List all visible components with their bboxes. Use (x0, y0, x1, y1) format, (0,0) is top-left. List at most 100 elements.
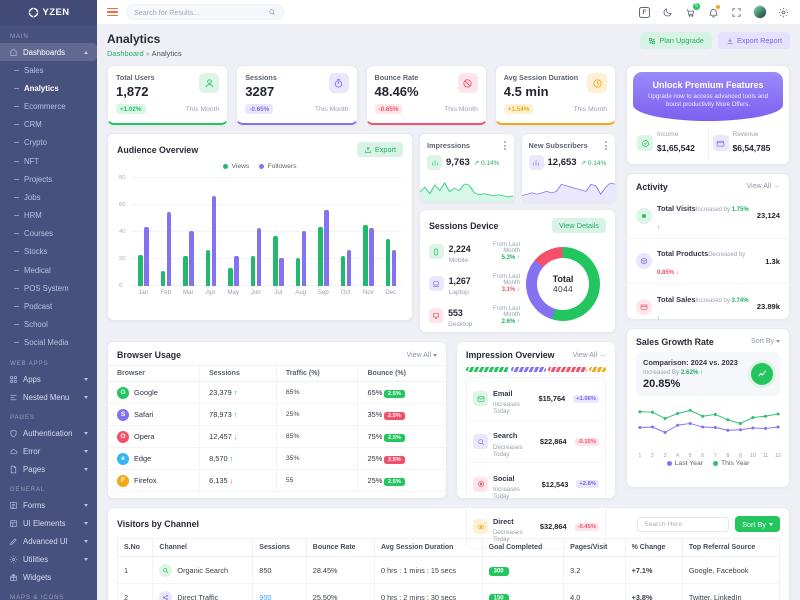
sidebar-item-apps[interactable]: Apps (0, 370, 97, 388)
sidebar-section-pages: PAGES (0, 406, 97, 424)
dark-mode-button[interactable] (661, 6, 674, 19)
export-report-button[interactable]: Export Report (718, 32, 790, 49)
logo-icon (28, 7, 39, 18)
breadcrumb-separator: » (146, 49, 150, 58)
sidebar-item-nft[interactable]: NFT (0, 152, 97, 170)
sidebar-item-ecommerce[interactable]: Ecommerce (0, 97, 97, 115)
user-avatar[interactable] (753, 5, 767, 19)
change-badge: -0.65% (375, 104, 403, 114)
search-input[interactable] (134, 8, 263, 17)
sidebar-item-podcast[interactable]: Podcast (0, 297, 97, 315)
sessions-link[interactable]: 900 (253, 584, 306, 600)
table-search-input[interactable] (637, 517, 729, 532)
change-badge: -0.65% (245, 104, 273, 114)
activity-row-total-visits: Total VisitsIncreased by 1.75% ↑ 23,124 (627, 194, 789, 238)
page-title: Analytics (107, 32, 182, 46)
sidebar-item-analytics[interactable]: Analytics (0, 79, 97, 97)
stopwatch-icon (329, 73, 349, 93)
view-all-link[interactable]: View All → (573, 352, 606, 359)
segment-search (511, 367, 546, 372)
sidebar-item-school[interactable]: School (0, 316, 97, 334)
gear-icon (778, 7, 789, 18)
fullscreen-button[interactable] (730, 6, 743, 19)
stat-cards: Total Users 1,872 +1.02%This Month Sessi… (107, 65, 616, 125)
stat-card-bounce-rate: Bounce Rate 48.46% -0.65%This Month (366, 65, 487, 125)
shield-icon (9, 429, 18, 438)
table-row: SSafari 78,973 ↑ 25% 35% 2.5% (108, 404, 446, 426)
sidebar-item-jobs[interactable]: Jobs (0, 188, 97, 206)
sidebar-section-main: MAIN (0, 25, 97, 43)
premium-banner[interactable]: Unlock Premium Features Upgrade now to a… (633, 72, 783, 121)
breadcrumb-current: Analytics (152, 49, 182, 58)
share-icon (364, 146, 372, 154)
bar-chart-icon (427, 155, 442, 170)
sidebar-item-sales[interactable]: Sales (0, 61, 97, 79)
language-button[interactable]: F (638, 6, 651, 19)
global-search (126, 4, 284, 20)
more-menu-icon[interactable] (503, 140, 507, 151)
gear-icon (9, 555, 18, 564)
sidebar-item-forms[interactable]: Forms (0, 496, 97, 514)
sidebar-item-stocks[interactable]: Stocks (0, 243, 97, 261)
sort-by-button[interactable]: Sort By (735, 516, 780, 532)
search-icon[interactable] (268, 8, 276, 16)
sidebar-item-pos-system[interactable]: POS System (0, 279, 97, 297)
cloud-icon (9, 447, 18, 456)
gift-icon (9, 573, 18, 582)
sidebar-item-projects[interactable]: Projects (0, 170, 97, 188)
sidebar-item-authentication[interactable]: Authentication (0, 424, 97, 442)
sales-legend: Last Year This Year (627, 460, 789, 467)
chevron-down-icon (84, 522, 88, 525)
sidebar-item-crypto[interactable]: Crypto (0, 134, 97, 152)
sidebar-item-medical[interactable]: Medical (0, 261, 97, 279)
audience-overview-card: Audience Overview Export Views Followers (107, 133, 413, 321)
user-icon (199, 73, 219, 93)
sidebar-item-error[interactable]: Error (0, 442, 97, 460)
chevron-down-icon (84, 450, 88, 453)
view-all-link[interactable]: View All → (747, 183, 780, 190)
sidebar-item-crm[interactable]: CRM (0, 116, 97, 134)
sidebar-item-pages[interactable]: Pages (0, 460, 97, 478)
sidebar-item-dashboards[interactable]: Dashboards (0, 43, 97, 61)
sidebar-item-courses[interactable]: Courses (0, 225, 97, 243)
activity-row-total-sales: Total SalesIncreased by 3.74% ↑ 23.89k (627, 283, 789, 328)
sidebar-item-advanced-ui[interactable]: Advanced UI (0, 532, 97, 550)
cart-button[interactable]: 5 (684, 6, 697, 19)
bar-group (267, 178, 290, 286)
sidebar-item-widgets[interactable]: Widgets (0, 568, 97, 586)
bounce-badge: 2.5% (384, 478, 404, 486)
notifications-button[interactable] (707, 6, 720, 19)
logo[interactable]: YZEN (0, 0, 97, 25)
svg-text:9: 9 (739, 453, 742, 459)
sidebar-item-social-media[interactable]: Social Media (0, 334, 97, 352)
search-icon (473, 434, 488, 449)
breadcrumb-dashboard[interactable]: Dashboard (107, 49, 144, 58)
hamburger-menu-icon[interactable] (107, 8, 118, 17)
view-all-link[interactable]: View All (407, 352, 437, 359)
svg-text:7: 7 (714, 453, 717, 459)
sidebar-item-nested-menu[interactable]: Nested Menu (0, 388, 97, 406)
opera-icon: O (117, 431, 129, 443)
sidebar-item-ui-elements[interactable]: UI Elements (0, 514, 97, 532)
table-row: eEdge 8,570 ↑ 35% 25% 2.5% (108, 448, 446, 470)
sidebar-item-utilities[interactable]: Utilities (0, 550, 97, 568)
view-details-button[interactable]: View Details (552, 218, 606, 233)
table-row: OOpera 12,457 ↓ 85% 75% 2.5% (108, 426, 446, 448)
change-badge: -0.15% (575, 438, 599, 446)
chevron-down-icon (84, 378, 88, 381)
sort-by-dropdown[interactable]: Sort By (751, 338, 780, 345)
more-menu-icon[interactable] (604, 140, 608, 151)
stat-card-sessions: Sessions 3287 -0.65%This Month (236, 65, 357, 125)
chevron-down-icon (84, 558, 88, 561)
sidebar-item-hrm[interactable]: HRM (0, 207, 97, 225)
impression-segment-bar (466, 367, 606, 372)
google-icon: G (117, 387, 129, 399)
device-row-desktop: 553Desktop From Last Month2.6% ↑ (429, 303, 520, 328)
export-button[interactable]: Export (357, 142, 403, 157)
change-badge: +1.02% (116, 104, 146, 114)
plan-upgrade-button[interactable]: Plan Upgrade (640, 32, 712, 49)
svg-text:5: 5 (689, 453, 692, 459)
home-icon (9, 48, 18, 57)
trend-arrow: ↑ (234, 388, 238, 397)
settings-button[interactable] (777, 6, 790, 19)
